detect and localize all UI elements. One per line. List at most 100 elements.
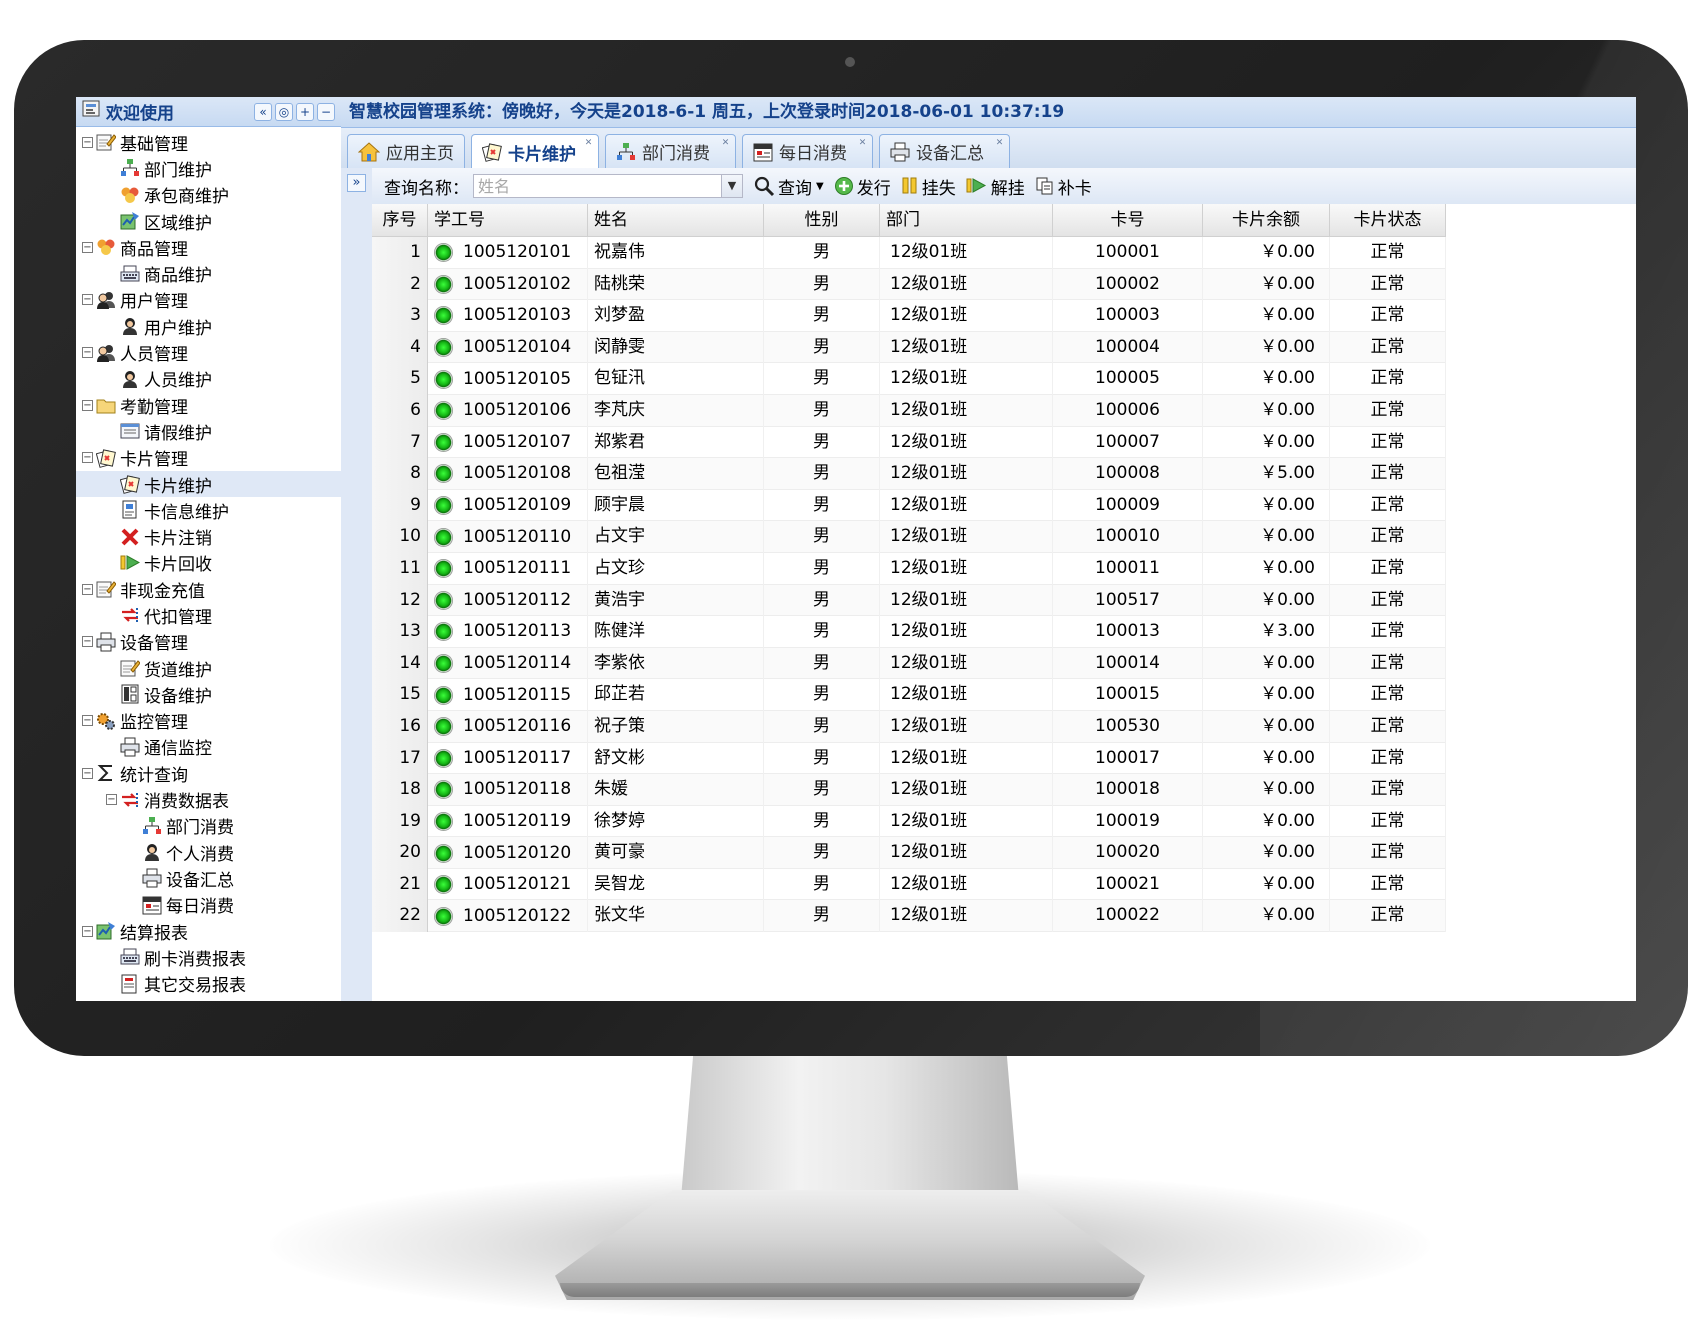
unlock-button[interactable]: 解挂: [966, 174, 1025, 199]
tab[interactable]: 设备汇总 ✕: [879, 134, 1010, 168]
collapse-toggle-icon[interactable]: −: [82, 399, 93, 411]
collapse-toggle-icon[interactable]: −: [82, 452, 93, 464]
expand-all-button[interactable]: +: [296, 102, 314, 121]
close-icon[interactable]: ✕: [857, 138, 868, 149]
collapse-toggle-icon[interactable]: −: [82, 636, 93, 648]
column-header[interactable]: 序号: [372, 204, 428, 236]
nav-tree-item[interactable]: 刷卡消费报表: [76, 944, 341, 970]
collapse-toggle-icon[interactable]: −: [82, 241, 93, 253]
nav-tree-item[interactable]: − 商品管理: [76, 234, 341, 260]
nav-tree-item[interactable]: − 考勤管理: [76, 392, 341, 418]
column-header[interactable]: 姓名: [588, 204, 764, 236]
table-row[interactable]: 11 1005120111 占文珍男 12级01班 100011 ￥0.00 正常: [372, 552, 1446, 585]
search-combo[interactable]: ▼: [473, 174, 743, 198]
tab[interactable]: 部门消费 ✕: [605, 134, 736, 168]
card-status-cell: 正常: [1330, 647, 1446, 680]
report-loss-button[interactable]: 挂失: [901, 174, 956, 199]
nav-tree-item[interactable]: − 监控管理: [76, 708, 341, 734]
collapse-left-button[interactable]: «: [254, 102, 272, 121]
table-row[interactable]: 3 1005120103 刘梦盈男 12级01班 100003 ￥0.00 正常: [372, 300, 1446, 332]
nav-tree-item[interactable]: 区域维护: [76, 208, 341, 234]
tab[interactable]: 应用主页: [347, 134, 465, 168]
table-row[interactable]: 10 1005120110 占文宇男 12级01班 100010 ￥0.00 正常: [372, 521, 1446, 553]
search-input[interactable]: [474, 175, 721, 197]
nav-tree-item[interactable]: 商品维护: [76, 260, 341, 286]
table-row[interactable]: 6 1005120106 李芃庆男 12级01班 100006 ￥0.00 正常: [372, 394, 1446, 427]
table-row[interactable]: 16 1005120116 祝子策男 12级01班 100530 ￥0.00 正常: [372, 710, 1446, 743]
nav-tree-item[interactable]: 部门维护: [76, 155, 341, 181]
collapse-toggle-icon[interactable]: −: [106, 794, 117, 806]
table-row[interactable]: 13 1005120113 陈健洋男 12级01班 100013 ￥3.00 正常: [372, 616, 1446, 648]
collapse-all-button[interactable]: −: [317, 102, 335, 121]
table-row[interactable]: 15 1005120115 邱芷若男 12级01班 100015 ￥0.00 正常: [372, 679, 1446, 711]
nav-tree-item[interactable]: 个人消费: [76, 839, 341, 865]
table-row[interactable]: 17 1005120117 舒文彬男 12级01班 100017 ￥0.00 正常: [372, 742, 1446, 775]
collapse-toggle-icon[interactable]: −: [82, 767, 93, 779]
nav-tree-item[interactable]: 卡片回收: [76, 550, 341, 576]
close-icon[interactable]: ✕: [720, 138, 731, 149]
nav-tree-item[interactable]: 其它交易报表: [76, 971, 341, 997]
table-row[interactable]: 20 1005120120 黄可豪男 12级01班 100020 ￥0.00 正常: [372, 837, 1446, 869]
nav-tree-item[interactable]: 通信监控: [76, 734, 341, 760]
table-row[interactable]: 2 1005120102 陆桃荣男 12级01班 100002 ￥0.00 正常: [372, 268, 1446, 301]
nav-tree-item[interactable]: 设备维护: [76, 681, 341, 707]
nav-tree-item[interactable]: 卡信息维护: [76, 497, 341, 523]
column-header[interactable]: 学工号: [428, 204, 588, 236]
collapse-toggle-icon[interactable]: −: [82, 294, 93, 306]
collapse-toggle-icon[interactable]: −: [82, 925, 93, 937]
tab[interactable]: 卡片维护 ✕: [471, 134, 599, 169]
table-row[interactable]: 19 1005120119 徐梦婷男 12级01班 100019 ￥0.00 正常: [372, 805, 1446, 838]
table-row[interactable]: 5 1005120105 包钲汛男 12级01班 100005 ￥0.00 正常: [372, 363, 1446, 395]
nav-tree-item[interactable]: 人员维护: [76, 366, 341, 392]
collapse-toggle-icon[interactable]: −: [82, 136, 93, 148]
table-row[interactable]: 1 1005120101 祝嘉伟男 12级01班 100001 ￥0.00 正常: [372, 237, 1446, 269]
nav-tree-item[interactable]: 每日消费: [76, 892, 341, 918]
nav-tree-item[interactable]: − 基础管理: [76, 129, 341, 155]
nav-tree-item[interactable]: − 非现金充值: [76, 576, 341, 602]
collapse-toggle-icon[interactable]: −: [82, 583, 93, 595]
nav-tree-item[interactable]: − 用户管理: [76, 287, 341, 313]
nav-tree-item[interactable]: − 消费数据表: [76, 786, 341, 812]
collapse-toggle-icon[interactable]: −: [82, 347, 93, 359]
table-row[interactable]: 22 1005120122 张文华男 12级01班 100022 ￥0.00 正常: [372, 900, 1446, 933]
column-header[interactable]: 卡片余额: [1203, 204, 1330, 236]
nav-tree-item[interactable]: 代扣管理: [76, 602, 341, 628]
tab[interactable]: 每日消费 ✕: [742, 134, 873, 168]
table-row[interactable]: 4 1005120104 闵静雯男 12级01班 100004 ￥0.00 正常: [372, 331, 1446, 364]
nav-tree-item[interactable]: − 结算报表: [76, 918, 341, 944]
expand-panel-button[interactable]: »: [347, 174, 366, 192]
table-row[interactable]: 14 1005120114 李紫依男 12级01班 100014 ￥0.00 正常: [372, 647, 1446, 680]
nav-tree-item[interactable]: 卡片注销: [76, 523, 341, 549]
table-row[interactable]: 21 1005120121 吴智龙男 12级01班 100021 ￥0.00 正常: [372, 868, 1446, 901]
nav-tree-item[interactable]: − 设备管理: [76, 629, 341, 655]
nav-tree-item[interactable]: 设备汇总: [76, 865, 341, 891]
column-header[interactable]: 部门: [880, 204, 1053, 236]
table-row[interactable]: 9 1005120109 顾宇晨男 12级01班 100009 ￥0.00 正常: [372, 489, 1446, 522]
collapse-toggle-icon[interactable]: −: [82, 715, 93, 727]
nav-tree-item[interactable]: 部门消费: [76, 813, 341, 839]
nav-tree-item[interactable]: 货道维护: [76, 655, 341, 681]
nav-tree-item[interactable]: 承包商维护: [76, 182, 341, 208]
query-button[interactable]: 查询 ▼: [753, 174, 824, 199]
close-icon[interactable]: ✕: [994, 138, 1005, 149]
nav-tree-item[interactable]: − 统计查询: [76, 760, 341, 786]
table-row[interactable]: 18 1005120118 朱媛男 12级01班 100018 ￥0.00 正常: [372, 774, 1446, 806]
table-row[interactable]: 12 1005120112 黄浩宇男 12级01班 100517 ￥0.00 正常: [372, 584, 1446, 617]
nav-tree: − 基础管理 部门维护 承包商维护 区域维护 − 商品管理 商品维护 − 用户管理 用户维护 − 人员管…: [76, 127, 341, 997]
close-icon[interactable]: ✕: [583, 138, 594, 149]
column-header[interactable]: 性别: [764, 204, 880, 236]
chevron-down-icon[interactable]: ▼: [721, 175, 742, 197]
nav-tree-item[interactable]: 请假维护: [76, 418, 341, 444]
nav-tree-item[interactable]: 卡片维护: [76, 470, 341, 498]
nav-tree-item[interactable]: − 卡片管理: [76, 445, 341, 471]
table-row[interactable]: 8 1005120108 包祖滢男 12级01班 100008 ￥5.00 正常: [372, 458, 1446, 490]
reissue-button[interactable]: 补卡: [1035, 174, 1092, 199]
settings-button[interactable]: ◎: [275, 102, 293, 121]
table-row[interactable]: 7 1005120107 郑紫君男 12级01班 100007 ￥0.00 正常: [372, 426, 1446, 459]
nav-tree-item[interactable]: 用户维护: [76, 313, 341, 339]
column-header[interactable]: 卡片状态: [1330, 204, 1446, 236]
student-id: 1005120102: [463, 273, 572, 294]
column-header[interactable]: 卡号: [1053, 204, 1203, 236]
issue-button[interactable]: 发行: [834, 174, 891, 199]
nav-tree-item[interactable]: − 人员管理: [76, 339, 341, 365]
